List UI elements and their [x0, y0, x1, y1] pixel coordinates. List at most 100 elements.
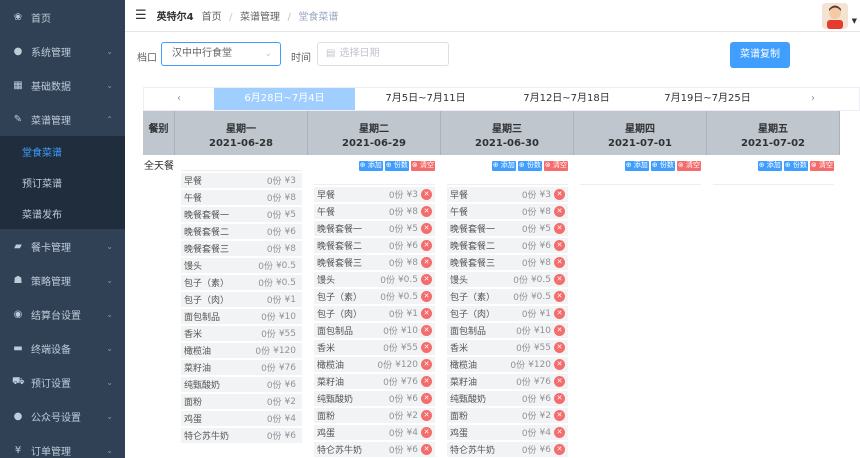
menu-item-qty: 0份 — [521, 412, 537, 422]
menu-item: 晚餐套餐一 0份 ¥5 ✕ — [314, 221, 435, 236]
portion-button[interactable]: ⊕ 份数 — [783, 161, 808, 171]
remove-item-icon[interactable]: ✕ — [554, 342, 565, 353]
breadcrumb-menu[interactable]: 菜谱管理 — [240, 12, 280, 23]
menu-item-price: ¥6 — [284, 430, 296, 441]
remove-item-icon[interactable]: ✕ — [421, 291, 432, 302]
remove-item-icon[interactable]: ✕ — [421, 240, 432, 251]
remove-item-icon[interactable]: ✕ — [554, 257, 565, 268]
week-tab[interactable]: 7月5日~7月11日 — [355, 88, 496, 110]
remove-item-icon[interactable]: ✕ — [421, 427, 432, 438]
next-week-icon[interactable]: › — [778, 88, 848, 110]
sidebar-item-label: 公众号设置 — [31, 412, 81, 424]
remove-item-icon[interactable]: ✕ — [421, 206, 432, 217]
menu-item-qty: 0份 — [516, 327, 531, 337]
copy-menu-button[interactable]: 菜谱复制 — [730, 42, 790, 68]
remove-item-icon[interactable]: ✕ — [421, 308, 432, 319]
remove-item-icon[interactable]: ✕ — [554, 240, 565, 251]
sidebar-item[interactable]: ☗ 策略管理 ⌄ — [0, 263, 125, 297]
breadcrumb-home[interactable]: 首页 — [202, 12, 222, 23]
remove-item-icon[interactable]: ✕ — [421, 393, 432, 404]
remove-item-icon[interactable]: ✕ — [554, 427, 565, 438]
sidebar-item[interactable]: ● 公众号设置 ⌄ — [0, 399, 125, 433]
clear-button[interactable]: ⊗ 清空 — [543, 161, 568, 171]
portion-button[interactable]: ⊕ 份数 — [517, 161, 542, 171]
sidebar-item[interactable]: ● 系统管理 ⌄ — [0, 34, 125, 68]
remove-item-icon[interactable]: ✕ — [421, 359, 432, 370]
portion-button[interactable]: ⊕ 份数 — [650, 161, 675, 171]
prev-week-icon[interactable]: ‹ — [144, 88, 214, 110]
remove-item-icon[interactable]: ✕ — [421, 342, 432, 353]
clear-button[interactable]: ⊗ 清空 — [809, 161, 834, 171]
sidebar-item[interactable]: ▬ 终端设备 ⌄ — [0, 331, 125, 365]
menu-item-name: 香米 — [184, 330, 203, 340]
menu-item-name: 特仑苏牛奶 — [317, 446, 363, 456]
sidebar-item[interactable]: ¥ 订单管理 ⌄ — [0, 433, 125, 458]
sidebar-item[interactable]: ▰ 餐卡管理 ⌄ — [0, 229, 125, 263]
remove-item-icon[interactable]: ✕ — [554, 206, 565, 217]
menu-item-price: ¥6 — [539, 240, 551, 251]
menu-item-price: ¥3 — [539, 189, 551, 200]
remove-item-icon[interactable]: ✕ — [554, 291, 565, 302]
hamburger-icon[interactable]: ☰ — [135, 8, 147, 23]
menu-item-price: ¥6 — [406, 240, 418, 251]
remove-item-icon[interactable]: ✕ — [421, 325, 432, 336]
sidebar-item[interactable]: ❀ 首页 — [0, 0, 125, 34]
week-tab[interactable]: 7月12日~7月18日 — [496, 88, 637, 110]
sidebar-subitem[interactable]: 预订菜谱 — [0, 167, 125, 198]
menu-item-name: 菜籽油 — [317, 378, 345, 388]
week-tab[interactable]: 7月19日~7月25日 — [637, 88, 778, 110]
sidebar-item-label: 终端设备 — [31, 344, 71, 356]
add-button[interactable]: ⊕ 添加 — [358, 161, 383, 171]
remove-item-icon[interactable]: ✕ — [554, 359, 565, 370]
caret-down-icon[interactable]: ▼ — [852, 17, 857, 25]
menu-item-qty: 0份 — [266, 296, 282, 306]
sidebar-subitem[interactable]: 菜谱发布 — [0, 198, 125, 229]
sidebar-item[interactable]: ✎ 菜谱管理 ⌃ — [0, 102, 125, 136]
sidebar-subitem[interactable]: 堂食菜谱 — [0, 136, 125, 167]
remove-item-icon[interactable]: ✕ — [421, 274, 432, 285]
stall-select[interactable]: 汉中中行食堂 ⌄ — [161, 42, 281, 66]
day-date: 2021-06-30 — [475, 138, 539, 149]
remove-item-icon[interactable]: ✕ — [421, 376, 432, 387]
remove-item-icon[interactable]: ✕ — [554, 325, 565, 336]
menu-item-name: 橄榄油 — [317, 361, 345, 371]
clear-button[interactable]: ⊗ 清空 — [410, 161, 435, 171]
remove-item-icon[interactable]: ✕ — [554, 274, 565, 285]
remove-item-icon[interactable]: ✕ — [421, 223, 432, 234]
day-header: 星期三 2021-06-30 — [441, 111, 574, 155]
menu-item-qty: 0份 — [255, 347, 271, 357]
sidebar-item[interactable]: ◉ 结算台设置 ⌄ — [0, 297, 125, 331]
remove-item-icon[interactable]: ✕ — [421, 410, 432, 421]
menu-item-name: 晚餐套餐二 — [317, 242, 363, 252]
menu-item-price: ¥76 — [278, 362, 296, 373]
clear-button[interactable]: ⊗ 清空 — [676, 161, 701, 171]
sidebar-item[interactable]: ▦ 基础数据 ⌄ — [0, 68, 125, 102]
avatar-icon — [822, 3, 848, 29]
menu-item-qty: 0份 — [521, 446, 537, 456]
remove-item-icon[interactable]: ✕ — [421, 189, 432, 200]
chevron-icon: ⌄ — [106, 411, 113, 421]
add-button[interactable]: ⊕ 添加 — [624, 161, 649, 171]
date-picker[interactable]: ▤ 选择日期 — [317, 42, 449, 66]
sidebar-item[interactable]: ⛟ 预订设置 ⌄ — [0, 365, 125, 399]
day-header: 星期四 2021-07-01 — [574, 111, 707, 155]
add-button[interactable]: ⊕ 添加 — [491, 161, 516, 171]
remove-item-icon[interactable]: ✕ — [554, 308, 565, 319]
menu-item: 包子（肉） 0份 ¥1 ✕ — [447, 306, 568, 321]
week-tab[interactable]: 6月28日~7月4日 — [214, 88, 355, 110]
remove-item-icon[interactable]: ✕ — [554, 189, 565, 200]
portion-button[interactable]: ⊕ 份数 — [384, 161, 409, 171]
remove-item-icon[interactable]: ✕ — [554, 393, 565, 404]
menu-item-price: ¥6 — [539, 444, 551, 455]
remove-item-icon[interactable]: ✕ — [554, 410, 565, 421]
chevron-icon: ⌄ — [106, 377, 113, 387]
remove-item-icon[interactable]: ✕ — [421, 257, 432, 268]
remove-item-icon[interactable]: ✕ — [421, 444, 432, 455]
remove-item-icon[interactable]: ✕ — [554, 444, 565, 455]
menu-item-qty: 0份 — [266, 194, 282, 204]
add-button[interactable]: ⊕ 添加 — [757, 161, 782, 171]
remove-item-icon[interactable]: ✕ — [554, 223, 565, 234]
remove-item-icon[interactable]: ✕ — [554, 376, 565, 387]
menu-item-price: ¥4 — [539, 427, 551, 438]
avatar[interactable] — [822, 3, 848, 29]
